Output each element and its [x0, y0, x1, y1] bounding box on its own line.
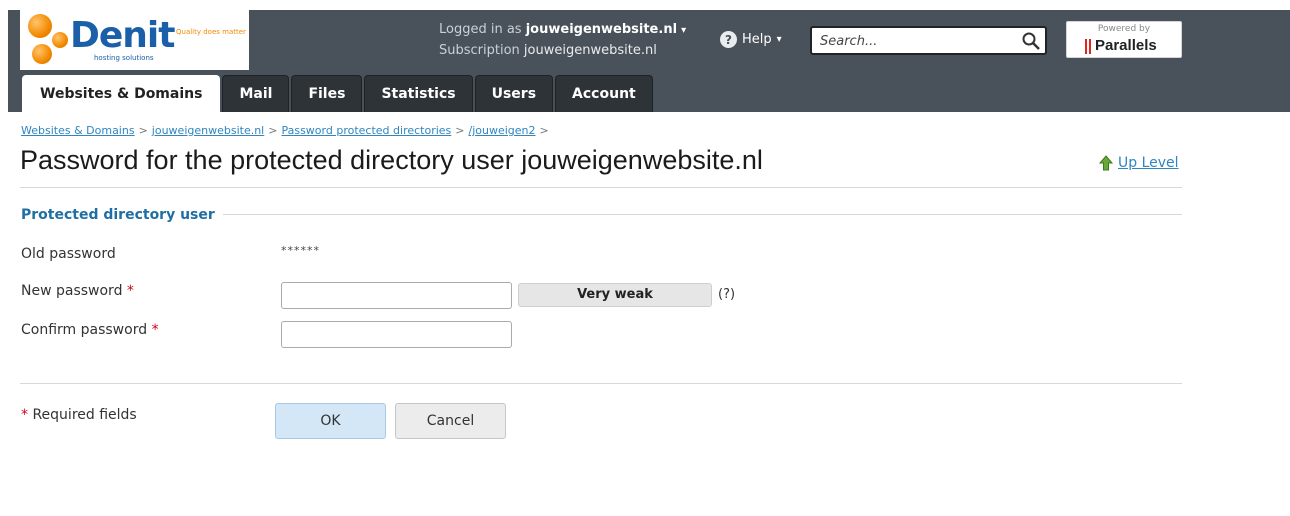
old-password-label: Old password	[21, 246, 116, 262]
tab-statistics[interactable]: Statistics	[364, 75, 473, 112]
required-fields-label: Required fields	[32, 407, 137, 423]
breadcrumb-separator: >	[539, 124, 549, 137]
divider	[20, 187, 1182, 188]
logged-in-row[interactable]: Logged in as jouweigenwebsite.nl ▾	[433, 20, 713, 41]
login-info: Logged in as jouweigenwebsite.nl ▾ Subsc…	[433, 20, 713, 61]
new-password-label: New password	[21, 283, 123, 299]
breadcrumb-link-protected-dirs[interactable]: Password protected directories	[281, 124, 451, 137]
main-tabs: Websites & Domains Mail Files Statistics…	[22, 75, 653, 112]
top-header: Denit hosting solutions Quality does mat…	[8, 10, 1290, 112]
page-title: Password for the protected directory use…	[20, 145, 763, 175]
tab-websites-domains[interactable]: Websites & Domains	[22, 75, 221, 112]
search-input[interactable]	[820, 31, 1010, 51]
help-menu[interactable]: ? Help ▾	[720, 31, 782, 48]
up-level-link[interactable]: Up Level	[1098, 155, 1179, 171]
chevron-down-icon: ▾	[776, 34, 782, 45]
up-level-label: Up Level	[1118, 155, 1179, 171]
breadcrumb-link-directory[interactable]: /jouweigen2	[469, 124, 536, 137]
breadcrumb-link-domain[interactable]: jouweigenwebsite.nl	[152, 124, 264, 137]
password-strength-meter: Very weak	[518, 283, 712, 307]
confirm-password-input[interactable]	[281, 321, 512, 348]
logged-in-label: Logged in as	[439, 22, 522, 37]
search-icon[interactable]	[1021, 31, 1041, 51]
logged-in-user[interactable]: jouweigenwebsite.nl	[526, 22, 677, 37]
parallels-logo-icon	[1085, 39, 1091, 54]
confirm-password-label-row: Confirm password *	[21, 322, 159, 338]
required-fields-note: * Required fields	[21, 407, 137, 423]
search-box	[810, 26, 1047, 55]
tab-users[interactable]: Users	[474, 75, 554, 112]
strength-help-link[interactable]: (?)	[718, 287, 735, 302]
breadcrumb-separator: >	[138, 124, 148, 137]
required-marker: *	[126, 283, 134, 299]
chevron-down-icon[interactable]: ▾	[681, 25, 686, 36]
logo-tagline: Quality does matter	[176, 28, 246, 36]
up-arrow-icon	[1098, 155, 1114, 171]
section-title: Protected directory user	[21, 207, 223, 223]
subscription-label: Subscription	[439, 43, 520, 58]
parallels-brand: Parallels	[1095, 37, 1157, 54]
section-divider	[208, 214, 1182, 215]
logo-name: Denit	[70, 15, 175, 56]
question-icon: ?	[720, 31, 737, 48]
parallels-badge[interactable]: Powered by Parallels	[1066, 21, 1182, 58]
new-password-label-row: New password *	[21, 283, 134, 299]
new-password-input[interactable]	[281, 282, 512, 309]
breadcrumb-separator: >	[268, 124, 278, 137]
breadcrumb: Websites & Domains > jouweigenwebsite.nl > P…	[21, 124, 553, 137]
subscription-row: Subscription jouweigenwebsite.nl	[433, 41, 713, 61]
help-label: Help	[742, 32, 772, 47]
cancel-button[interactable]: Cancel	[395, 403, 506, 439]
subscription-value: jouweigenwebsite.nl	[523, 43, 657, 58]
ok-button[interactable]: OK	[275, 403, 386, 439]
breadcrumb-separator: >	[455, 124, 465, 137]
tab-files[interactable]: Files	[291, 75, 363, 112]
old-password-value: ******	[281, 244, 320, 257]
logo-dots-icon	[26, 14, 74, 66]
confirm-password-label: Confirm password	[21, 322, 148, 338]
required-marker: *	[151, 322, 159, 338]
powered-by-label: Powered by	[1097, 24, 1151, 34]
tab-account[interactable]: Account	[555, 75, 653, 112]
divider	[20, 383, 1182, 384]
denit-logo[interactable]: Denit hosting solutions Quality does mat…	[20, 10, 249, 70]
required-marker: *	[21, 407, 28, 423]
breadcrumb-link-websites-domains[interactable]: Websites & Domains	[21, 124, 135, 137]
tab-mail[interactable]: Mail	[222, 75, 290, 112]
logo-subtitle: hosting solutions	[94, 54, 154, 62]
